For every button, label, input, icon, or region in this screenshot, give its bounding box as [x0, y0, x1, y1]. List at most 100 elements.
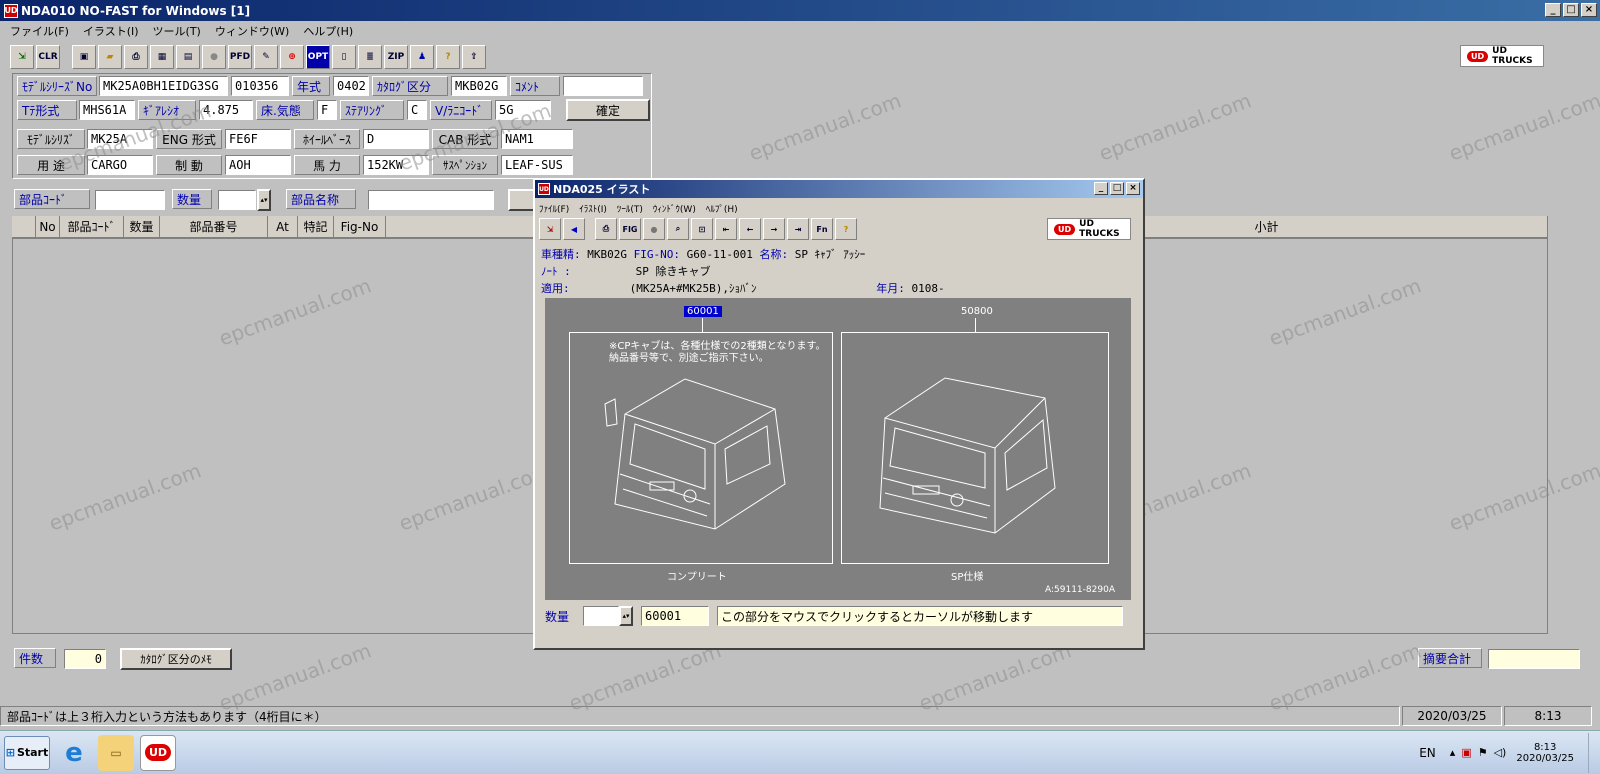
menu-help[interactable]: ﾍﾙﾌﾟ(H): [706, 202, 738, 215]
save-icon[interactable]: ▣: [72, 45, 96, 69]
steering-field[interactable]: C: [407, 100, 427, 120]
model-field[interactable]: MK25A: [87, 129, 153, 149]
col-qty[interactable]: 数量: [124, 216, 160, 238]
exit-icon[interactable]: ⇲: [539, 218, 561, 240]
menu-window[interactable]: ウィンドウ(W): [215, 23, 289, 39]
fig-next-icon[interactable]: →: [763, 218, 785, 240]
callout-60001[interactable]: 60001: [684, 306, 722, 317]
part-code-input[interactable]: [95, 190, 165, 210]
maximize-button[interactable]: □: [1110, 182, 1124, 195]
year-field[interactable]: 0402: [333, 76, 369, 96]
folder-icon[interactable]: ▭: [98, 734, 134, 771]
minimize-button[interactable]: _: [1545, 3, 1561, 17]
frame-icon[interactable]: ⊡: [691, 218, 713, 240]
gear-field[interactable]: 4.875: [199, 100, 253, 120]
ie-icon[interactable]: e: [56, 735, 92, 771]
tray-arrow-icon[interactable]: ▴: [1450, 746, 1456, 759]
qty-spinner[interactable]: ▴▾: [257, 189, 271, 211]
menu-tools[interactable]: ツール(T): [153, 23, 201, 39]
v-field[interactable]: 5G: [495, 100, 551, 120]
tray-clock[interactable]: 8:13 2020/03/25: [1516, 742, 1574, 764]
status-time: 8:13: [1504, 706, 1592, 726]
caption-sp: SP仕様: [951, 572, 984, 583]
catalog-memo-button[interactable]: ｶﾀﾛｸﾞ区分のﾒﾓ: [120, 648, 232, 670]
brake-field[interactable]: AOH: [225, 155, 291, 175]
menu-illust[interactable]: ｲﾗｽﾄ(I): [579, 202, 607, 215]
eng-field[interactable]: FE6F: [225, 129, 291, 149]
illustration-canvas[interactable]: 60001 50800 ※CPキャブは、各種仕様での2種類となります。 納品番号…: [545, 298, 1131, 600]
red-plus-icon[interactable]: ⊕: [280, 45, 304, 69]
col-part-code[interactable]: 部品ｺｰﾄﾞ: [60, 216, 124, 238]
leader-line: [702, 318, 703, 332]
hp-field[interactable]: 152KW: [363, 155, 429, 175]
maximize-button[interactable]: □: [1563, 3, 1579, 17]
usage-field[interactable]: CARGO: [87, 155, 153, 175]
language-indicator[interactable]: EN: [1419, 746, 1436, 760]
qty-spinner[interactable]: ▴▾: [619, 606, 633, 626]
col-part-number[interactable]: 部品番号: [160, 216, 268, 238]
arrow-box-icon[interactable]: ⇪: [462, 45, 486, 69]
ud-app-icon[interactable]: UD: [140, 734, 176, 771]
confirm-button[interactable]: 確定: [566, 99, 650, 121]
callout-50800[interactable]: 50800: [961, 306, 993, 317]
col-no[interactable]: No: [36, 216, 60, 238]
help-icon[interactable]: ?: [835, 218, 857, 240]
fno-icon[interactable]: Fn: [811, 218, 833, 240]
menu-window[interactable]: ｳｨﾝﾄﾞｳ(W): [653, 202, 696, 215]
wheelbase-field[interactable]: D: [363, 129, 429, 149]
fig-prev-icon[interactable]: ←: [739, 218, 761, 240]
fig-first-icon[interactable]: ⇤: [715, 218, 737, 240]
floor-label: 床.気態: [256, 100, 314, 120]
catalog-field[interactable]: MKB02G: [451, 76, 507, 96]
tm-field[interactable]: MHS61A: [79, 100, 135, 120]
close-button[interactable]: ×: [1126, 182, 1140, 195]
menu-file[interactable]: ﾌｧｲﾙ(F): [539, 202, 569, 215]
zip-icon[interactable]: ZIP: [384, 45, 408, 69]
book-icon[interactable]: ▯: [332, 45, 356, 69]
pfd-icon[interactable]: PFD: [228, 45, 252, 69]
volume-icon[interactable]: ◁): [1494, 746, 1507, 759]
print-icon[interactable]: ⎙: [124, 45, 148, 69]
cab-field[interactable]: NAM1: [501, 129, 573, 149]
clear-icon[interactable]: CLR: [36, 45, 60, 69]
opt-icon[interactable]: OPT: [306, 45, 330, 69]
floor-field[interactable]: F: [317, 100, 337, 120]
col-fig-no[interactable]: Fig-No: [334, 216, 386, 238]
qty-input[interactable]: [583, 606, 619, 626]
menu-tools[interactable]: ﾂｰﾙ(T): [617, 202, 643, 215]
susp-field[interactable]: LEAF-SUS: [501, 155, 573, 175]
zoom-icon[interactable]: ⌕: [667, 218, 689, 240]
col-at[interactable]: At: [268, 216, 298, 238]
grid2-icon[interactable]: ▤: [176, 45, 200, 69]
edit-icon[interactable]: ✎: [254, 45, 278, 69]
comment-field[interactable]: [563, 76, 643, 96]
start-button[interactable]: ⊞ Start: [4, 735, 50, 770]
exit-icon[interactable]: ⇲: [10, 45, 34, 69]
info-line-1: 車種精: MKB02G FIG-NO: G60-11-001 名称: SP ｷｬ…: [541, 246, 865, 262]
notes-icon[interactable]: ≣: [358, 45, 382, 69]
fig-last-icon[interactable]: ⇥: [787, 218, 809, 240]
help-icon[interactable]: ?: [436, 45, 460, 69]
network-icon[interactable]: ▣: [1461, 746, 1471, 759]
part-name-input[interactable]: [368, 190, 494, 210]
people-icon[interactable]: ♟: [410, 45, 434, 69]
flag-icon[interactable]: ⚑: [1478, 746, 1488, 759]
fig-icon[interactable]: FIG: [619, 218, 641, 240]
print-icon[interactable]: ⎙: [595, 218, 617, 240]
code-field[interactable]: 010356: [231, 76, 289, 96]
grid-icon[interactable]: ▦: [150, 45, 174, 69]
minimize-button[interactable]: _: [1094, 182, 1108, 195]
qty-input[interactable]: [218, 190, 256, 210]
circle-icon[interactable]: ●: [643, 218, 665, 240]
col-note[interactable]: 特記: [298, 216, 334, 238]
model-series-no-field[interactable]: MK25A0BH1EIDG3SG: [99, 76, 228, 96]
show-desktop-button[interactable]: [1588, 732, 1600, 773]
close-button[interactable]: ×: [1581, 3, 1597, 17]
open-icon[interactable]: ▰: [98, 45, 122, 69]
menu-illust[interactable]: イラスト(I): [83, 23, 139, 39]
disc-icon[interactable]: ●: [202, 45, 226, 69]
menu-help[interactable]: ヘルプ(H): [303, 23, 353, 39]
back-icon[interactable]: ◀: [563, 218, 585, 240]
menu-file[interactable]: ファイル(F): [10, 23, 69, 39]
count-label: 件数: [14, 648, 56, 668]
